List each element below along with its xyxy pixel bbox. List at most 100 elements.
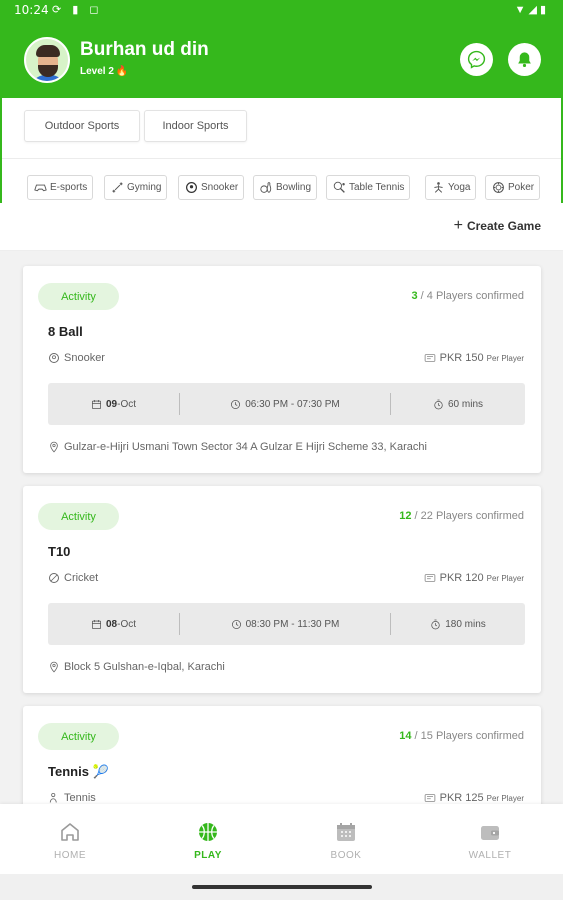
game-date: 09 -Oct — [48, 383, 179, 425]
game-card[interactable]: Activity 14 / 15 Players confirmed Tenni… — [23, 706, 541, 804]
game-duration-value: 60 mins — [447, 398, 483, 410]
user-name: Burhan ud din — [80, 39, 209, 60]
game-duration: 60 mins — [391, 383, 525, 425]
game-time: 06:30 PM - 07:30 PM — [180, 383, 390, 425]
nav-home[interactable]: HOME — [0, 804, 140, 874]
calendar-icon — [91, 619, 101, 629]
game-price: PKR 125 Per Player — [424, 792, 524, 804]
game-time-range: 06:30 PM - 07:30 PM — [245, 398, 340, 410]
confirmed-count: 12 — [399, 510, 412, 522]
ticket-icon — [424, 794, 435, 802]
sports-filters: Outdoor Sports Indoor Sports E-sports Gy… — [0, 98, 563, 203]
status-notification-icons: ⟳ ▮ ◻ — [52, 4, 103, 16]
create-game-label: Create Game — [466, 219, 541, 233]
messenger-button[interactable] — [460, 43, 493, 76]
players-confirmed: 3 / 4 Players confirmed — [412, 290, 525, 302]
home-gesture-bar[interactable] — [192, 885, 372, 889]
yoga-icon — [431, 181, 445, 195]
game-address-text: Gulzar-e-Hijri Usmani Town Sector 34 A G… — [64, 441, 427, 453]
chip-yoga[interactable]: Yoga — [425, 175, 477, 200]
activity-badge: Activity — [38, 723, 119, 750]
nav-play-label: PLAY — [194, 850, 222, 861]
tab-indoor-sports[interactable]: Indoor Sports — [144, 110, 247, 142]
tab-outdoor-sports[interactable]: Outdoor Sports — [24, 110, 140, 142]
calendar-icon — [334, 820, 358, 844]
filters-divider — [2, 158, 561, 159]
nav-wallet[interactable]: WALLET — [420, 804, 560, 874]
table-tennis-icon — [332, 181, 346, 195]
confirmed-total: / 4 Players confirmed — [417, 290, 524, 302]
game-sport: Tennis — [48, 792, 96, 804]
chip-gyming[interactable]: Gyming — [104, 175, 168, 200]
game-date: 08 -Oct — [48, 603, 179, 645]
confirmed-total: / 15 Players confirmed — [411, 730, 524, 742]
location-pin-icon — [50, 661, 58, 673]
game-schedule: 08 -Oct 08:30 PM - 11:30 PM 180 mins — [48, 603, 525, 645]
avatar-hair — [36, 45, 60, 57]
game-price-amount: PKR 120 — [439, 572, 484, 584]
bowling-icon — [259, 181, 273, 195]
game-schedule: 09 -Oct 06:30 PM - 07:30 PM 60 mins — [48, 383, 525, 425]
dumbbell-icon — [110, 181, 124, 195]
game-price-unit: Per Player — [486, 353, 524, 363]
game-price-unit: Per Player — [486, 573, 524, 583]
app-header: 10:24 ⟳ ▮ ◻ ▼◢▮ Burhan ud din Level 2 🔥 — [0, 0, 563, 98]
clock-icon — [231, 399, 241, 409]
game-duration: 180 mins — [391, 603, 525, 645]
nav-book[interactable]: BOOK — [276, 804, 416, 874]
game-date-day: 09 — [105, 398, 118, 410]
chip-table-tennis[interactable]: Table Tennis — [326, 175, 411, 200]
game-price-unit: Per Player — [486, 793, 524, 803]
chip-bowling[interactable]: Bowling — [253, 175, 318, 200]
chip-label: Gyming — [127, 182, 162, 193]
gamepad-icon — [33, 181, 47, 195]
chip-snooker[interactable]: Snooker — [178, 175, 245, 200]
snooker-ball-icon — [49, 353, 59, 363]
game-sport: Cricket — [48, 572, 98, 584]
game-title: T10 — [48, 544, 71, 559]
system-gesture-area — [0, 874, 563, 900]
chip-poker[interactable]: Poker — [485, 175, 541, 200]
game-address: Block 5 Gulshan-e-Iqbal, Karachi — [48, 661, 225, 673]
avatar[interactable] — [24, 37, 70, 83]
status-system-icons: ▼◢▮ — [514, 4, 549, 16]
flame-icon: 🔥 — [115, 66, 129, 77]
timer-icon — [431, 619, 440, 629]
plus-icon: + — [453, 217, 463, 234]
game-card[interactable]: Activity 3 / 4 Players confirmed 8 Ball … — [23, 266, 541, 473]
game-price-amount: PKR 125 — [439, 792, 484, 804]
game-time-range: 08:30 PM - 11:30 PM — [245, 618, 340, 630]
tennis-player-icon — [49, 792, 57, 803]
create-game-button[interactable]: + Create Game — [453, 217, 541, 234]
activity-badge: Activity — [38, 503, 119, 530]
bottom-nav: HOME PLAY BOOK WALLET — [0, 804, 563, 874]
timer-icon — [434, 399, 443, 409]
chip-label: Poker — [508, 182, 535, 193]
user-level-text: Level 2 — [80, 66, 114, 77]
game-sport-label: Cricket — [64, 572, 99, 584]
game-sport: Snooker — [48, 352, 105, 364]
poker-chip-icon — [491, 181, 505, 195]
status-time: 10:24 — [14, 3, 49, 17]
game-duration-value: 180 mins — [445, 618, 486, 630]
create-game-bar: + Create Game — [0, 203, 563, 251]
game-title: 8 Ball — [48, 324, 83, 339]
confirmed-count: 14 — [399, 730, 412, 742]
game-sport-label: Tennis — [64, 792, 96, 804]
cricket-ball-icon — [49, 573, 59, 583]
chip-e-sports[interactable]: E-sports — [27, 175, 94, 200]
chip-label: Yoga — [448, 182, 471, 193]
game-price-amount: PKR 150 — [439, 352, 484, 364]
players-confirmed: 14 / 15 Players confirmed — [399, 730, 524, 742]
game-price: PKR 120 Per Player — [424, 572, 524, 584]
nav-wallet-label: WALLET — [468, 850, 512, 861]
nav-play[interactable]: PLAY — [138, 804, 278, 874]
ticket-icon — [424, 354, 435, 362]
players-confirmed: 12 / 22 Players confirmed — [399, 510, 524, 522]
game-card[interactable]: Activity 12 / 22 Players confirmed T10 C… — [23, 486, 541, 693]
snooker-ball-icon — [184, 181, 198, 195]
game-title: Tennis 🎾 — [48, 764, 109, 779]
clock-icon — [231, 619, 241, 629]
notifications-button[interactable] — [508, 43, 541, 76]
game-time: 08:30 PM - 11:30 PM — [180, 603, 390, 645]
